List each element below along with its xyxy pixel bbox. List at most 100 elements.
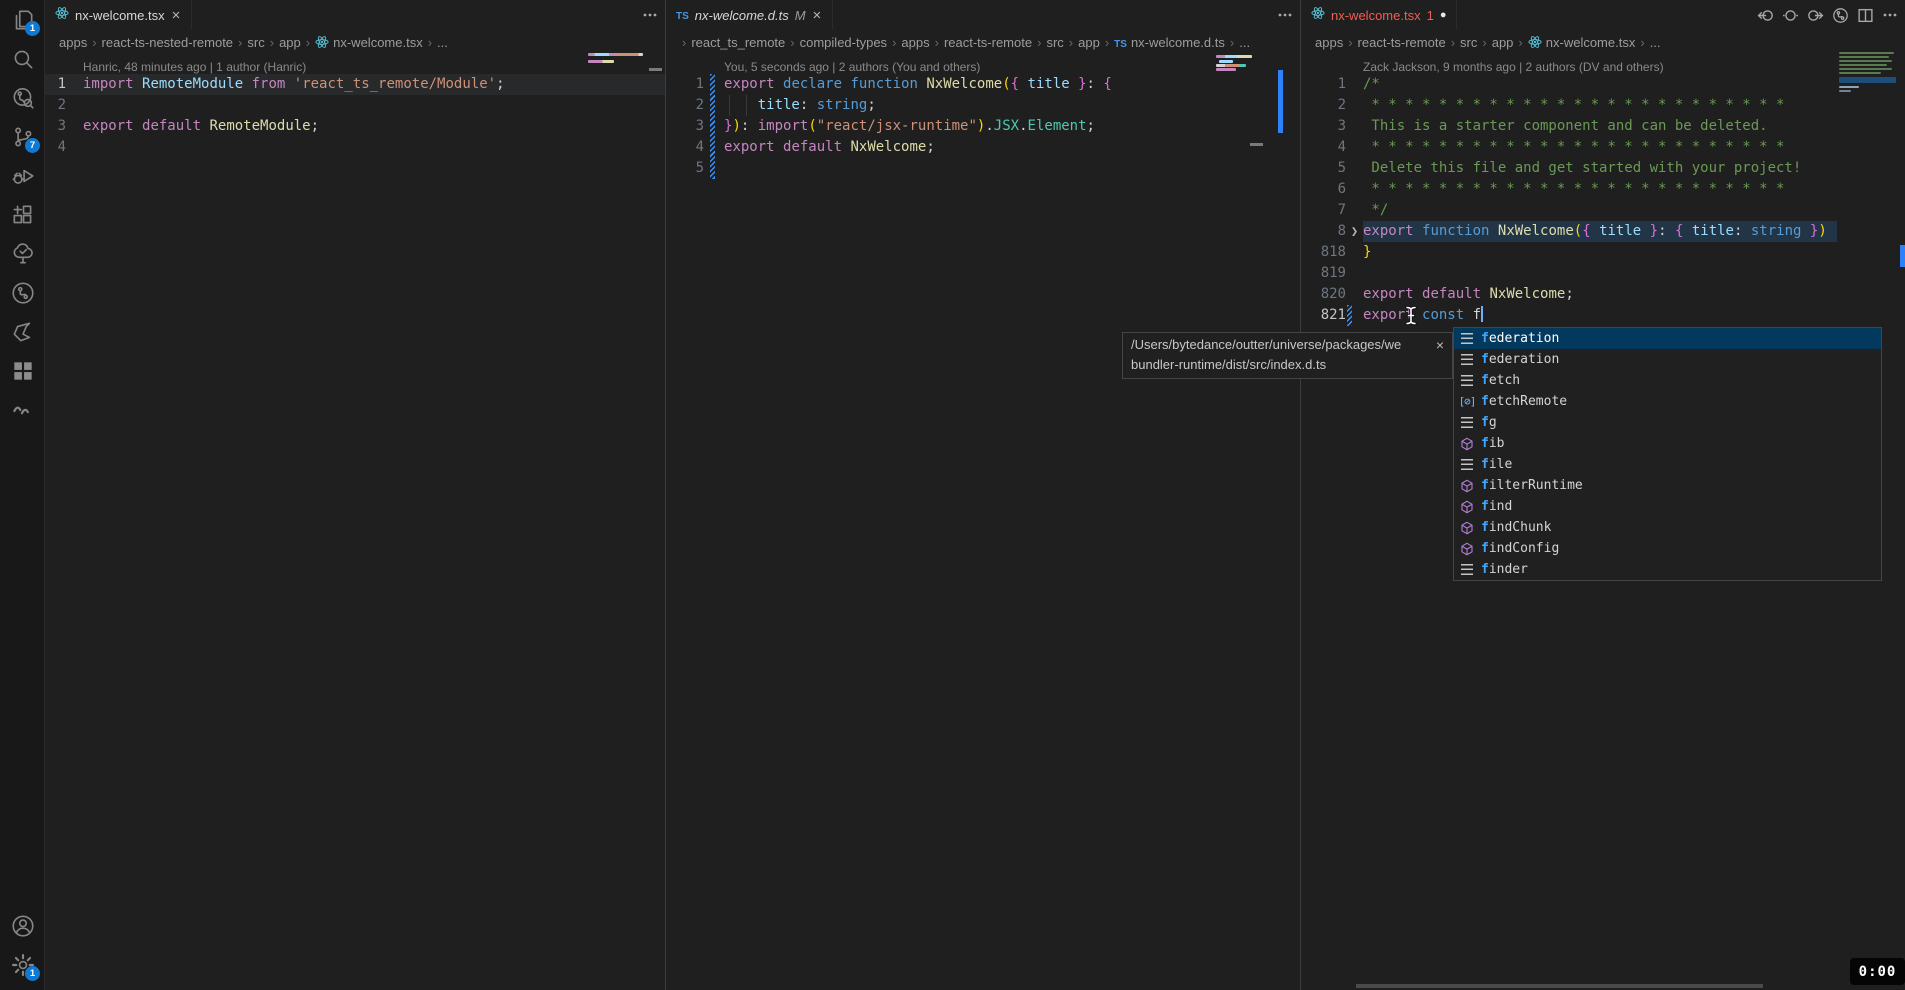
search-icon[interactable]: [0, 39, 45, 78]
tooltip-path-line2: bundler-runtime/dist/src/index.d.ts: [1131, 355, 1444, 375]
fold-chevron-icon[interactable]: ❯: [1346, 221, 1363, 242]
blame-codelens[interactable]: Zack Jackson, 9 months ago | 2 authors (…: [1363, 54, 1905, 74]
more-icon[interactable]: [1276, 6, 1294, 24]
commit-graph-icon[interactable]: [0, 78, 45, 117]
breadcrumb-separator: ›: [788, 35, 796, 50]
code-line[interactable]: 4 * * * * * * * * * * * * * * * * * * * …: [1301, 137, 1905, 158]
close-icon[interactable]: ×: [1436, 337, 1444, 353]
breadcrumb-item[interactable]: ...: [1650, 35, 1661, 50]
source-control-icon[interactable]: 7: [0, 117, 45, 156]
suggestion-kind-text-icon: [1458, 352, 1476, 368]
explorer-icon[interactable]: 1: [0, 0, 45, 39]
editor-content[interactable]: Hanric, 48 minutes ago | 1 author (Hanri…: [45, 54, 665, 158]
suggestion-item[interactable]: fib: [1454, 433, 1881, 454]
code-line[interactable]: 8❯export function NxWelcome({ title }: {…: [1301, 221, 1905, 242]
code-text: [1363, 263, 1905, 284]
nav-back-icon[interactable]: [1756, 6, 1774, 24]
breadcrumb-item[interactable]: app: [1492, 35, 1514, 50]
code-line[interactable]: 3export default RemoteModule;: [45, 116, 665, 137]
more-icon[interactable]: [641, 6, 659, 24]
line-number: 818: [1301, 242, 1346, 263]
suggestion-item[interactable]: findChunk: [1454, 517, 1881, 538]
breadcrumb-item[interactable]: app: [279, 35, 301, 50]
blame-codelens[interactable]: Hanric, 48 minutes ago | 1 author (Hanri…: [83, 54, 665, 74]
horizontal-scrollbar[interactable]: [1356, 984, 1763, 988]
breadcrumb-item[interactable]: nx-welcome.tsx: [315, 35, 423, 50]
code-line[interactable]: 1export declare function NxWelcome({ tit…: [666, 74, 1300, 95]
suggestion-item[interactable]: federation: [1454, 328, 1881, 349]
code-line[interactable]: 4: [45, 137, 665, 158]
suggestion-item[interactable]: fetch: [1454, 370, 1881, 391]
tab-nx-welcome.d.ts[interactable]: TSnx-welcome.d.tsM×: [666, 0, 833, 30]
code-text: export declare function NxWelcome({ titl…: [704, 74, 1300, 95]
code-text: */: [1363, 200, 1905, 221]
breadcrumb-item[interactable]: react_ts_remote: [691, 35, 785, 50]
code-line[interactable]: 818}: [1301, 242, 1905, 263]
code-line[interactable]: 819: [1301, 263, 1905, 284]
account-icon[interactable]: [0, 906, 45, 945]
grid-icon[interactable]: [0, 351, 45, 390]
suggestion-item[interactable]: file: [1454, 454, 1881, 475]
code-line[interactable]: 2: [45, 95, 665, 116]
suggestion-kind-text-icon: [1458, 457, 1476, 473]
breadcrumb-item[interactable]: apps: [901, 35, 929, 50]
suggestion-item[interactable]: findConfig: [1454, 538, 1881, 559]
suggestion-item[interactable]: finder: [1454, 559, 1881, 580]
close-icon[interactable]: ×: [171, 8, 182, 23]
waves-icon[interactable]: [0, 390, 45, 429]
more-icon[interactable]: [1881, 6, 1899, 24]
dirty-indicator-icon[interactable]: ●: [1440, 9, 1447, 21]
extensions-icon[interactable]: [0, 195, 45, 234]
close-icon[interactable]: ×: [812, 8, 823, 23]
fold-slot: [1346, 305, 1363, 326]
breadcrumb-item[interactable]: TSnx-welcome.d.ts: [1114, 35, 1225, 50]
code-line[interactable]: 3 This is a starter component and can be…: [1301, 116, 1905, 137]
breadcrumb-item[interactable]: nx-welcome.tsx: [1528, 35, 1636, 50]
settings-icon[interactable]: 1: [0, 945, 45, 984]
angular-shape-icon[interactable]: [0, 312, 45, 351]
breadcrumb-item[interactable]: compiled-types: [800, 35, 887, 50]
breadcrumb-item[interactable]: apps: [59, 35, 87, 50]
nav-forward-icon[interactable]: [1806, 6, 1824, 24]
editor-content[interactable]: You, 5 seconds ago | 2 authors (You and …: [666, 54, 1300, 179]
suggestion-item[interactable]: find: [1454, 496, 1881, 517]
suggestion-item[interactable]: filterRuntime: [1454, 475, 1881, 496]
run-debug-icon[interactable]: [0, 156, 45, 195]
code-line[interactable]: 1/*: [1301, 74, 1905, 95]
code-line[interactable]: 1import RemoteModule from 'react_ts_remo…: [45, 74, 665, 95]
code-line[interactable]: 5 Delete this file and get started with …: [1301, 158, 1905, 179]
suggestion-item[interactable]: fg: [1454, 412, 1881, 433]
breadcrumb-item[interactable]: apps: [1315, 35, 1343, 50]
code-line[interactable]: 821export const f: [1301, 305, 1905, 326]
breadcrumb-item[interactable]: src: [1046, 35, 1063, 50]
code-line[interactable]: 820export default NxWelcome;: [1301, 284, 1905, 305]
breadcrumb-item[interactable]: src: [1460, 35, 1477, 50]
suggestion-item[interactable]: [⊘]fetchRemote: [1454, 391, 1881, 412]
code-line[interactable]: 6 * * * * * * * * * * * * * * * * * * * …: [1301, 179, 1905, 200]
breadcrumb-item[interactable]: react-ts-remote: [944, 35, 1032, 50]
breadcrumb-item[interactable]: ...: [437, 35, 448, 50]
breadcrumb-item[interactable]: react-ts-remote: [1358, 35, 1446, 50]
code-line[interactable]: 7 */: [1301, 200, 1905, 221]
code-line[interactable]: 4export default NxWelcome;: [666, 137, 1300, 158]
tree-check-icon[interactable]: [0, 234, 45, 273]
git-graph-icon[interactable]: [1831, 6, 1849, 24]
tab-nx-welcome.tsx[interactable]: nx-welcome.tsx×: [45, 0, 192, 30]
code-line[interactable]: 2 * * * * * * * * * * * * * * * * * * * …: [1301, 95, 1905, 116]
tab-nx-welcome.tsx[interactable]: nx-welcome.tsx1●: [1301, 0, 1457, 30]
nav-circle-icon[interactable]: [1781, 6, 1799, 24]
code-text: export default RemoteModule;: [66, 116, 665, 137]
breadcrumb-item[interactable]: ...: [1239, 35, 1250, 50]
blame-codelens[interactable]: You, 5 seconds ago | 2 authors (You and …: [724, 54, 1300, 74]
tab-bar: TSnx-welcome.d.tsM×: [666, 0, 1300, 30]
editor-content[interactable]: Zack Jackson, 9 months ago | 2 authors (…: [1301, 54, 1905, 326]
breadcrumb-item[interactable]: src: [247, 35, 264, 50]
split-editor-icon[interactable]: [1856, 6, 1874, 24]
code-line[interactable]: 2 title: string;: [666, 95, 1300, 116]
breadcrumb-item[interactable]: app: [1078, 35, 1100, 50]
breadcrumb-item[interactable]: react-ts-nested-remote: [102, 35, 234, 50]
code-line[interactable]: 5: [666, 158, 1300, 179]
git-circle-icon[interactable]: [0, 273, 45, 312]
suggestion-item[interactable]: federation: [1454, 349, 1881, 370]
code-line[interactable]: 3}): import("react/jsx-runtime").JSX.Ele…: [666, 116, 1300, 137]
